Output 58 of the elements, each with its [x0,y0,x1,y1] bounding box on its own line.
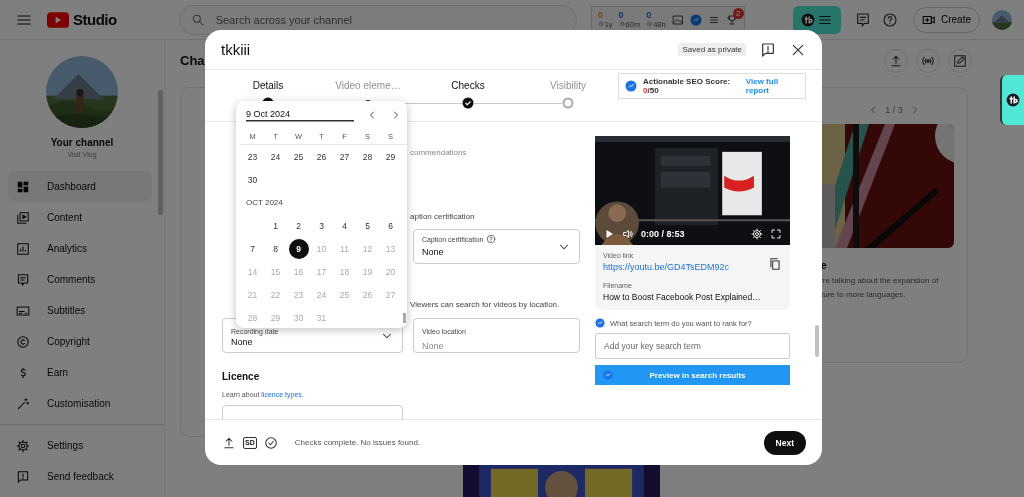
next-button[interactable]: Next [763,430,806,455]
save-status: Saved as private [678,43,746,56]
filename: How to Boost Facebook Post Explained… [603,292,762,302]
sidebar-item[interactable]: Send feedback [0,461,164,492]
step-tab[interactable]: Checks [451,80,485,91]
calendar-day[interactable]: 7 [242,238,263,259]
sidebar-item[interactable]: Analytics [0,233,152,264]
video-time: 0:00 / 8:53 [641,229,685,239]
calendar-day[interactable]: 4 [334,215,355,236]
logo-text[interactable]: Studio [73,11,117,28]
status-text: Checks complete. No issues found. [294,438,421,447]
calendar-day[interactable]: 29 [380,146,401,167]
calendar-day[interactable]: 25 [288,146,309,167]
calendar-day[interactable]: 5 [357,215,378,236]
notification-badge: 2 [732,7,744,19]
card-text: ture to more languages. [821,290,907,299]
sidebar-item[interactable]: Content [0,202,152,233]
page-title: Cha [180,53,205,68]
sidebar-item[interactable]: Copyright [0,326,152,357]
create-button[interactable]: Create [913,6,980,33]
stat-value: 0 [646,10,652,20]
card-text: ’re talking about the expansion of [821,276,940,285]
calendar-day[interactable]: 9 [288,238,309,259]
section-heading: Licence [222,371,261,382]
calendar-day[interactable]: 24 [265,146,286,167]
hint-text: Viewers can search for videos by location. [410,300,561,309]
sidebar-item[interactable]: Comments [0,264,152,295]
report-link[interactable]: View full report [745,77,799,95]
calendar-day[interactable]: 23 [242,146,263,167]
calendar-day[interactable]: 27 [334,146,355,167]
calendar-day[interactable]: 2 [288,215,309,236]
month-label: OCT 2024 [245,197,284,209]
step-tab[interactable]: Video eleme… [335,80,401,91]
keyword-field[interactable]: Add your key search term [595,333,790,359]
calendar-day[interactable]: 6 [380,215,401,236]
sidebar-item[interactable]: Customisation [0,388,152,419]
sidebar-item[interactable]: Subtitles [0,295,152,326]
calendar-day[interactable]: 28 [357,146,378,167]
video-link[interactable]: https://youtu.be/GD4TsEDM92c [603,262,730,272]
calendar-day[interactable]: 8 [265,238,286,259]
calendar-day[interactable]: 26 [311,146,332,167]
sidebar-item[interactable]: Dashboard [8,171,152,202]
hint-text: commendations [410,148,468,157]
stat-value: 0 [597,10,603,20]
sidebar-item[interactable]: Settings [0,430,164,461]
preview-button[interactable]: Preview in search results [595,365,790,385]
sidebar-item[interactable]: Earn [0,357,152,388]
calendar-day[interactable]: 30 [242,169,263,190]
channel-title: Your channel [49,137,115,148]
dialog-title: tkkiii [221,41,251,58]
seo-score: Actionable SEO Score: 0/50 [643,77,732,95]
calendar-day[interactable]: 1 [265,215,286,236]
step-tab[interactable]: Visibility [550,80,586,91]
step-tab[interactable]: Details [252,80,284,91]
date-input[interactable]: 9 Oct 2024 [246,108,354,122]
stat-value: 0 [618,10,624,20]
section-label: aption certification [410,212,476,221]
calendar-day[interactable]: 3 [311,215,332,236]
